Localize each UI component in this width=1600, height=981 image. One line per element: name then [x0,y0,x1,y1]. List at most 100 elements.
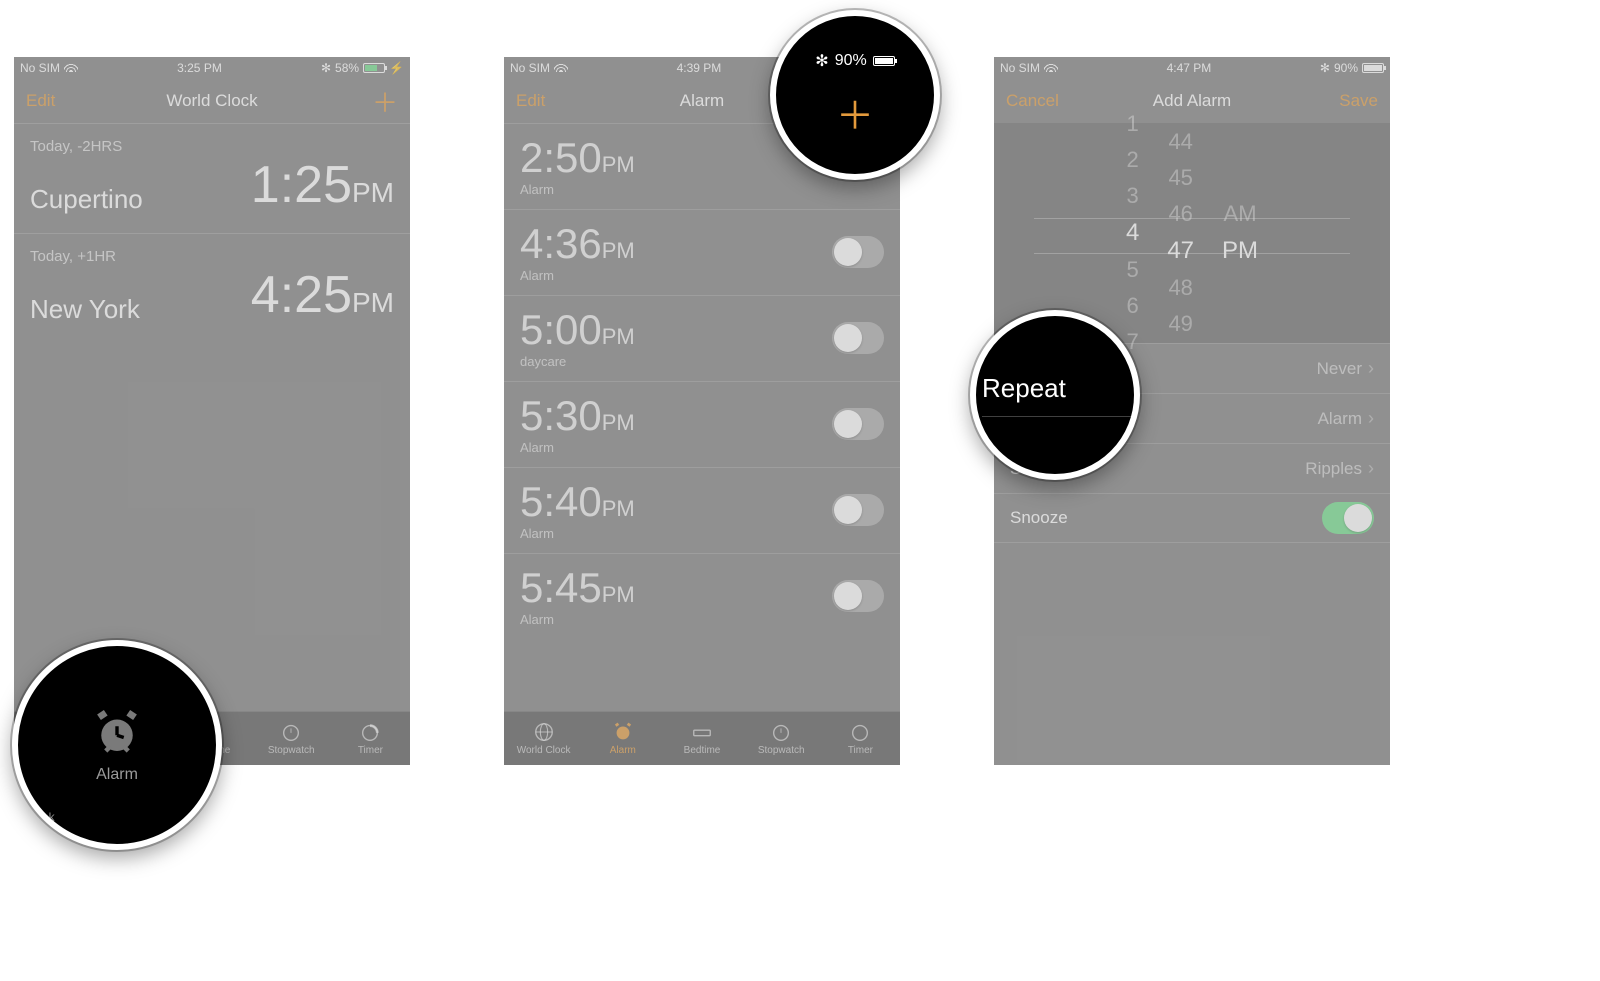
ampm: PM [602,496,635,521]
plus-icon[interactable]: ＋ [836,85,874,140]
alarm-label: Alarm [520,182,635,197]
callout-alarm-tab: Alarm ock B [12,640,222,850]
setting-value: Never [1317,359,1362,379]
divider [982,416,1134,417]
partial-text-right: B [190,810,198,824]
bluetooth-icon: ✻ [321,61,331,75]
repeat-label[interactable]: Repeat [982,373,1066,404]
alarm-label: Alarm [520,526,635,541]
alarm-row[interactable]: 5:40PM Alarm [504,467,900,553]
time-value: 4:25 [251,266,352,324]
save-button[interactable]: Save [1298,91,1378,111]
battery-percent: 90% [1334,61,1358,75]
world-clock-row[interactable]: Today, +1HR New York 4:25PM [14,233,410,343]
picker-minutes[interactable]: 444546474849 [1167,129,1194,337]
ampm: PM [352,177,394,208]
ampm: PM [352,287,394,318]
alarm-label: Alarm [520,612,635,627]
partial-text-left: ock [36,810,55,824]
alarm-time: 5:00 [520,306,602,353]
status-bar: No SIM 3:25 PM ✻ 58% ⚡ [14,57,410,79]
carrier-text: No SIM [1000,61,1040,75]
alarm-clock-icon [611,721,635,743]
ampm: PM [602,238,635,263]
alarm-list[interactable]: 2:50PMAlarm4:36PMAlarm5:00PMdaycare5:30P… [504,123,900,711]
alarm-row[interactable]: 5:00PM daycare [504,295,900,381]
picker-ampm[interactable]: AMPM [1222,201,1258,265]
tab-timer[interactable]: Timer [331,712,410,765]
battery-percent: 58% [335,61,359,75]
snooze-toggle[interactable] [1322,502,1374,534]
world-clock-row[interactable]: Today, -2HRS Cupertino 1:25PM [14,123,410,233]
cancel-button[interactable]: Cancel [1006,91,1086,111]
offset-label: Today, +1HR [30,248,394,265]
stopwatch-icon [769,721,793,743]
alarm-time: 4:36 [520,220,602,267]
add-button[interactable]: ＋ [318,83,398,120]
edit-button[interactable]: Edit [26,91,106,111]
ampm: PM [602,324,635,349]
alarm-label: Alarm [520,440,635,455]
battery-icon [873,56,895,66]
alarm-time: 5:45 [520,564,602,611]
alarm-time: 5:30 [520,392,602,439]
tab-stopwatch[interactable]: Stopwatch [252,712,331,765]
alarm-toggle[interactable] [832,322,884,354]
stopwatch-icon [279,721,303,743]
page-title: World Clock [106,91,318,111]
timer-icon [358,721,382,743]
globe-icon [532,721,556,743]
nav-bar: Cancel Add Alarm Save [994,79,1390,123]
alarm-label: Alarm [520,268,635,283]
setting-value: Alarm [1318,409,1362,429]
setting-value: Ripples [1305,459,1362,479]
offset-label: Today, -2HRS [30,138,394,155]
charging-icon: ⚡ [389,61,404,75]
time-value: 1:25 [251,156,352,214]
bluetooth-icon: ✻ [1320,61,1330,75]
alarm-row[interactable]: 5:30PM Alarm [504,381,900,467]
ampm: PM [602,582,635,607]
city-name: Cupertino [30,184,143,215]
tab-world-clock[interactable]: World Clock [504,712,583,765]
alarm-row[interactable]: 4:36PM Alarm [504,209,900,295]
tab-label: Alarm [96,766,138,784]
chevron-right-icon: › [1368,458,1374,479]
status-bar: No SIM 4:47 PM ✻ 90% [994,57,1390,79]
status-time: 3:25 PM [78,61,321,75]
page-title: Add Alarm [1086,91,1298,111]
picker-hours[interactable]: 1234567 [1126,111,1139,355]
bluetooth-icon: ✻ [815,51,828,71]
battery-icon [1362,63,1384,73]
edit-button[interactable]: Edit [516,91,596,111]
carrier-text: No SIM [510,61,550,75]
alarm-row[interactable]: 5:45PM Alarm [504,553,900,639]
tab-bar: World Clock Alarm Bedtime Stopwatch Time… [504,711,900,765]
tab-alarm[interactable]: Alarm [583,712,662,765]
battery-icon [363,63,385,73]
tab-bedtime[interactable]: Bedtime [662,712,741,765]
alarm-toggle[interactable] [832,494,884,526]
status-time: 4:47 PM [1058,61,1320,75]
bed-icon [690,721,714,743]
alarm-toggle[interactable] [832,580,884,612]
tab-stopwatch[interactable]: Stopwatch [742,712,821,765]
chevron-right-icon: › [1368,358,1374,379]
alarm-clock-icon [90,706,144,760]
callout-add-button: ✻ 90% ＋ [770,10,940,180]
alarm-label: daycare [520,354,635,369]
wifi-icon [64,61,78,75]
alarm-toggle[interactable] [832,408,884,440]
wifi-icon [554,61,568,75]
carrier-text: No SIM [20,61,60,75]
tab-timer[interactable]: Timer [821,712,900,765]
alarm-time: 2:50 [520,134,602,181]
city-name: New York [30,294,140,325]
alarm-time: 5:40 [520,478,602,525]
chevron-right-icon: › [1368,408,1374,429]
alarm-toggle[interactable] [832,236,884,268]
ampm: PM [602,410,635,435]
ampm: PM [602,152,635,177]
battery-percent: 90% [835,52,867,70]
setting-snooze[interactable]: Snooze [994,493,1390,543]
